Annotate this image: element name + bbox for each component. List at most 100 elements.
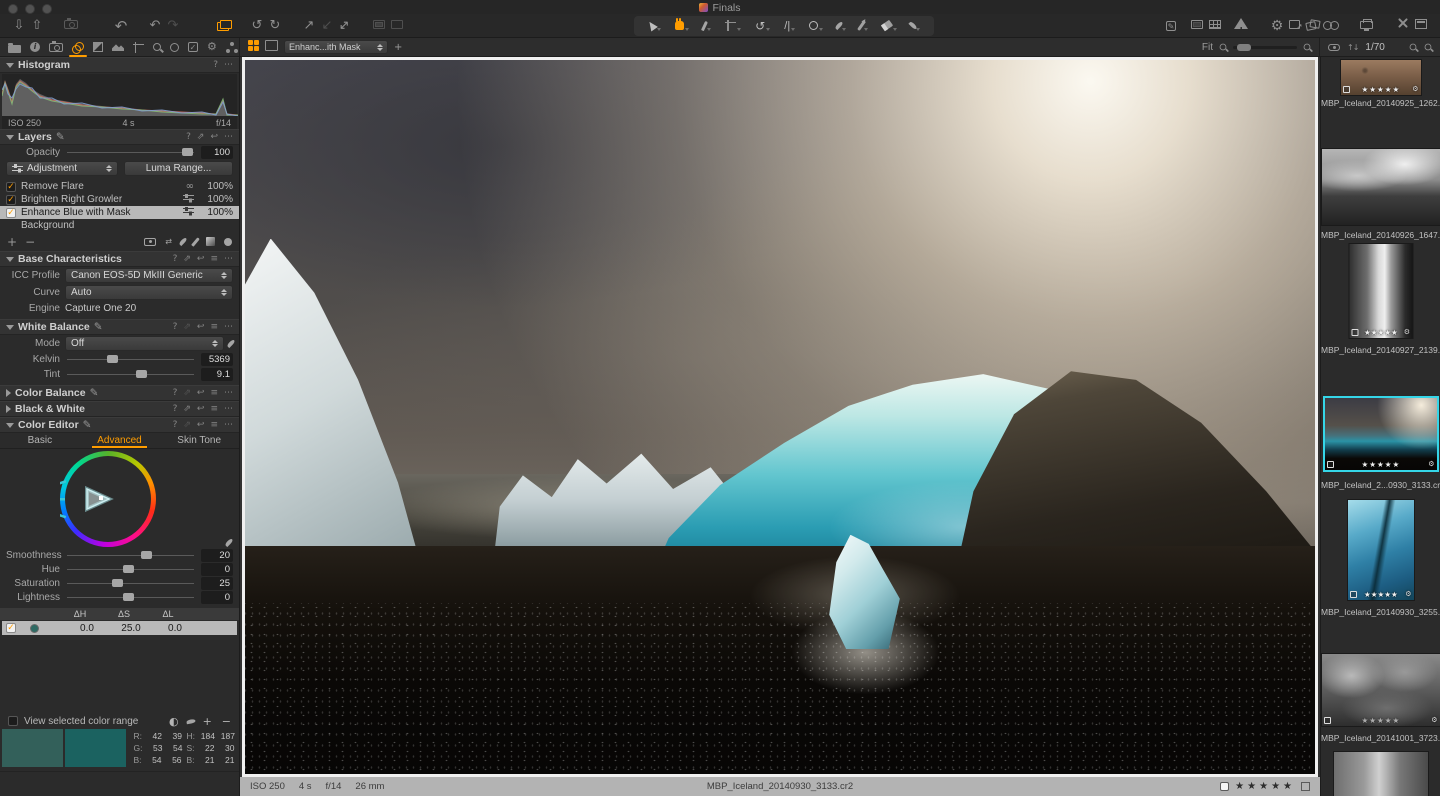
crop-tab[interactable] [133,38,144,57]
lens-tab[interactable] [170,38,179,57]
browser-view-icon[interactable] [1188,15,1206,37]
color-range-checkbox[interactable]: ✓ [6,623,16,633]
thumb-checkbox[interactable] [1350,591,1357,598]
reset-icon[interactable]: ↩ [197,254,205,264]
magic-brush-tool-icon[interactable] [697,16,717,36]
erase-mask-tool-icon[interactable] [876,16,903,36]
more-icon[interactable]: ⋯ [224,132,233,142]
saturation-value[interactable]: 25 [201,577,233,590]
loupe-icon[interactable] [1322,15,1340,37]
disclosure-icon[interactable] [6,63,14,68]
presets-icon[interactable]: ≡ [210,420,218,430]
zoom-in-icon[interactable] [1304,44,1311,51]
more-icon[interactable]: ⋯ [224,420,233,430]
draw-mask-tool-icon[interactable] [854,16,874,36]
help-icon[interactable]: ? [173,254,178,264]
settings-tab[interactable]: ⚙ [207,38,217,57]
promote-variant-icon[interactable]: ↗ [300,15,318,37]
thumbnail[interactable] [1322,149,1440,225]
clone-variant-icon[interactable] [388,15,406,37]
add-range-icon[interactable]: + [203,715,212,728]
more-icon[interactable]: ⋯ [224,254,233,264]
hue-slider[interactable] [65,563,196,576]
thumb-stars[interactable]: ★★★★★ [1352,85,1411,94]
settings-gear-icon[interactable]: ⚙ [1268,15,1286,37]
view-range-checkbox[interactable] [8,716,18,726]
thumb-checkbox[interactable] [1343,86,1350,93]
kelvin-value[interactable]: 5369 [201,353,233,366]
icc-profile-select[interactable]: Canon EOS-5D MkIII Generic [65,268,233,283]
thumbnail[interactable] [1334,752,1428,796]
tint-value[interactable]: 9.1 [201,368,233,381]
disclosure-icon[interactable] [6,405,11,413]
help-icon[interactable]: ? [173,322,178,332]
saturation-slider-knob[interactable] [112,579,123,587]
gradient-mask-icon[interactable] [206,237,215,246]
capture-icon[interactable] [62,15,80,37]
tab-advanced[interactable]: Advanced [80,433,160,448]
reset-icon[interactable]: ↩ [210,132,218,142]
capture-tab[interactable] [49,38,63,57]
remove-range-icon[interactable]: − [222,715,231,728]
zoom-out-icon[interactable] [1220,44,1227,51]
exposure-tab[interactable] [93,38,103,57]
adjustments-tab[interactable]: ✓ [188,38,198,57]
base-characteristics-header[interactable]: Base Characteristics ? ⇗ ↩ ≡ ⋯ [0,251,239,267]
presets-icon[interactable]: ≡ [210,254,218,264]
color-selection-wedge[interactable] [60,451,156,547]
copy-settings-icon[interactable]: ⇗ [183,404,191,414]
help-icon[interactable]: ? [173,420,178,430]
saturation-slider[interactable] [65,577,196,590]
edit-pencil-icon[interactable]: ✎ [94,321,103,333]
zoom-slider-knob[interactable] [1237,44,1251,51]
tint-slider[interactable] [65,368,196,381]
edit-pencil-icon[interactable]: ✎ [56,131,65,143]
luma-range-button[interactable]: Luma Range... [124,161,233,176]
import-icon[interactable]: ⇩ [10,15,28,37]
add-layer-icon[interactable]: + [7,235,17,249]
opacity-value[interactable]: 100 [201,146,233,159]
layer-row-selected[interactable]: ✓ Enhance Blue with Mask 100% [0,206,239,219]
export-icon[interactable]: ⇧ [28,15,46,37]
export-share-icon[interactable] [1286,15,1304,37]
pick-color-tool-icon[interactable] [831,16,852,36]
thumbnail-selected[interactable]: ★★★★★⚙ [1325,398,1437,470]
lightness-slider[interactable] [65,591,196,604]
layer-row[interactable]: Background [0,219,239,232]
lightness-value[interactable]: 0 [201,591,233,604]
color-balance-header[interactable]: Color Balance ✎ ? ⇗ ↩ ≡ ⋯ [0,385,239,401]
disclosure-icon[interactable] [6,325,14,330]
copy-settings-icon[interactable]: ⇗ [197,132,205,142]
pick-color-icon[interactable] [178,237,187,246]
layer-type-select[interactable]: Adjustment [6,161,118,176]
disclosure-icon[interactable] [6,257,14,262]
color-range-row-selected[interactable]: ✓ 0.0 25.0 0.0 [2,621,237,635]
connections-tab[interactable] [226,38,237,57]
thumb-stars[interactable]: ★★★★★ [1359,590,1404,599]
color-tab[interactable] [72,38,84,57]
zoom-tab[interactable] [153,38,161,57]
reset-icon[interactable]: ↩ [197,322,205,332]
details-tab[interactable] [112,38,124,57]
thumbnail[interactable]: ★★★★★⚙ [1349,244,1412,338]
disclosure-icon[interactable] [6,135,14,140]
thumb-checkbox[interactable] [1324,717,1331,724]
opacity-slider-knob[interactable] [182,148,193,156]
help-icon[interactable]: ? [186,132,191,142]
presets-icon[interactable]: ≡ [210,404,218,414]
reset-icon[interactable]: ↩ [197,404,205,414]
tint-slider-knob[interactable] [136,370,147,378]
star-rating[interactable]: ★★★★★ [1235,781,1295,792]
add-clone-icon[interactable]: + [394,42,402,53]
rotate-ccw-icon[interactable]: ↺ [248,15,266,37]
thumb-gear-icon[interactable]: ⚙ [1412,85,1418,93]
more-icon[interactable]: ⋯ [224,60,233,70]
more-icon[interactable]: ⋯ [224,388,233,398]
primary-view-icon[interactable] [265,40,278,54]
rotate-tool-icon[interactable]: ↺ [749,16,776,36]
tab-skin-tone[interactable]: Skin Tone [159,433,239,448]
lightness-slider-knob[interactable] [123,593,134,601]
copy-settings-icon[interactable]: ⇗ [183,322,191,332]
warning-icon[interactable] [1232,15,1250,37]
wb-picker-icon[interactable] [226,339,235,348]
